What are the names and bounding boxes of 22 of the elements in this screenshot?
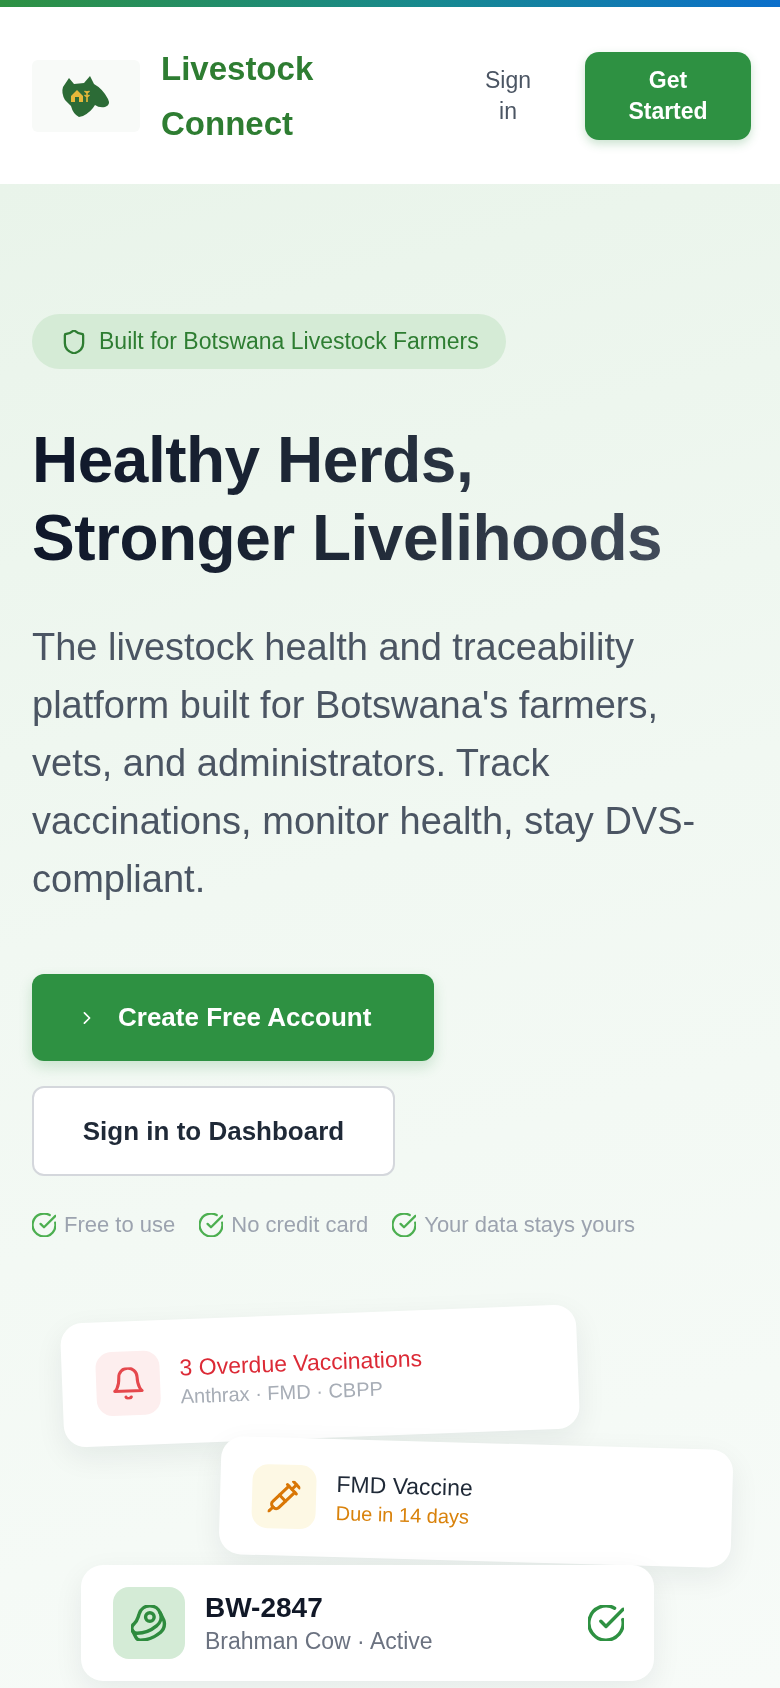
syringe-icon <box>251 1463 317 1530</box>
brand-name: Livestock Connect <box>161 48 315 144</box>
check-circle-icon <box>199 1213 224 1237</box>
check-circle-icon <box>32 1213 56 1237</box>
sign-in-dashboard-button[interactable]: Sign in to Dashboard <box>32 1086 395 1176</box>
card-title: BW-2847 <box>205 1591 324 1624</box>
bell-icon <box>94 1350 162 1417</box>
hero-description: The livestock health and traceability platform built for Botswana's farmers, vets, and administrators. Track vaccinations, monitor health, stay DVS-compliant. <box>32 625 697 902</box>
steak-icon <box>113 1587 185 1659</box>
get-started-button[interactable]: Get Started <box>585 51 751 140</box>
shield-icon <box>62 329 86 354</box>
card-subtitle: Due in 14 days <box>335 1502 471 1529</box>
sign-in-link[interactable]: Sign in <box>479 64 537 127</box>
create-account-button[interactable]: Create Free Account <box>32 974 434 1061</box>
check-circle-icon <box>392 1213 417 1237</box>
card-title: FMD Vaccine <box>336 1471 474 1502</box>
cow-logo-icon[interactable] <box>32 59 140 132</box>
tagline-text: Built for Botswana Livestock Farmers <box>99 328 479 355</box>
perk-label: Free to use <box>64 1212 176 1238</box>
perk-label: Your data stays yours <box>424 1212 635 1238</box>
perk-label: No credit card <box>231 1212 369 1238</box>
card-subtitle: Brahman Cow · Active <box>205 1627 433 1655</box>
